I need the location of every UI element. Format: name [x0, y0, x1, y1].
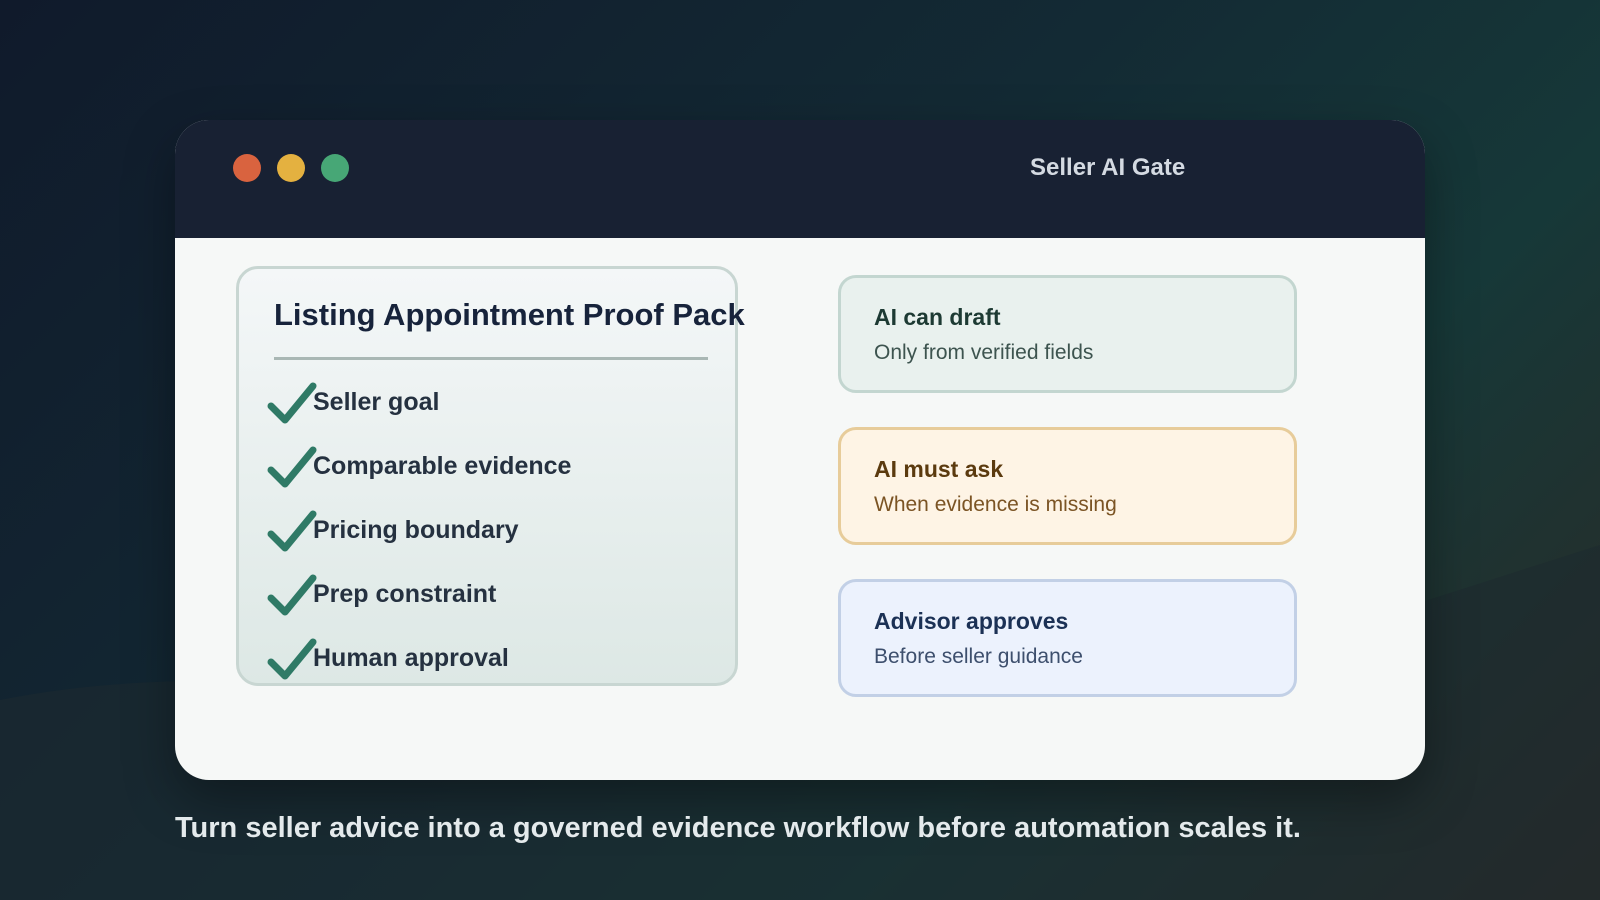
proof-pack-card: Listing Appointment Proof Pack Seller go…	[236, 266, 745, 686]
checkmark-icon	[267, 446, 317, 488]
window-title: Seller AI Gate	[1030, 154, 1186, 181]
gate-advisor-approves: Advisor approves Before seller guidance	[838, 579, 1297, 697]
title-bar: Seller AI Gate	[175, 120, 1425, 238]
gate-ai-must-ask: AI must ask When evidence is missing	[838, 427, 1297, 545]
proof-pack-divider	[274, 357, 708, 360]
gate-title: AI can draft	[874, 304, 1001, 330]
close-window-button[interactable]	[233, 154, 261, 182]
checklist-item-label: Pricing boundary	[313, 516, 519, 544]
checklist-item-label: Prep constraint	[313, 580, 497, 608]
checklist-item-label: Human approval	[313, 644, 509, 672]
gate-subtitle: When evidence is missing	[874, 493, 1117, 516]
gate-ai-can-draft: AI can draft Only from verified fields	[838, 275, 1297, 393]
checklist-item-label: Comparable evidence	[313, 452, 572, 480]
maximize-window-button[interactable]	[321, 154, 349, 182]
caption-text: Turn seller advice into a governed evide…	[175, 812, 1301, 844]
checklist-item-label: Seller goal	[313, 388, 440, 416]
checkmark-icon	[267, 638, 317, 680]
checkmark-icon	[267, 382, 317, 424]
proof-pack-title: Listing Appointment Proof Pack	[274, 297, 745, 332]
gate-subtitle: Before seller guidance	[874, 645, 1083, 668]
checkmark-icon	[267, 574, 317, 616]
checkmark-icon	[267, 510, 317, 552]
gate-subtitle: Only from verified fields	[874, 341, 1094, 364]
gate-title: Advisor approves	[874, 608, 1069, 634]
gate-title: AI must ask	[874, 456, 1004, 482]
minimize-window-button[interactable]	[277, 154, 305, 182]
app-window: Seller AI Gate Listing Appointment Proof…	[175, 120, 1425, 780]
